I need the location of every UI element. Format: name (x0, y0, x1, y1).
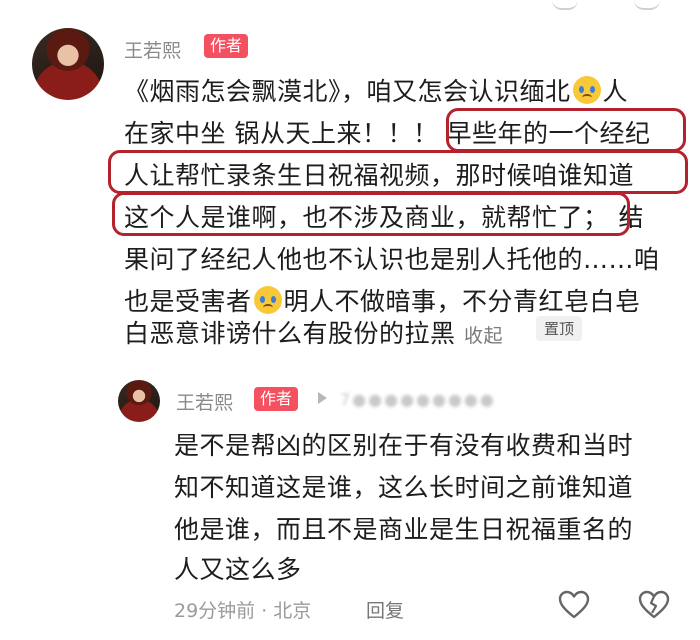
comment-line-5: 果问了经纪人他也不认识也是别人托他的……咱 (124, 245, 660, 274)
comment-line-7: 白恶意诽谤什么有股份的拉黑 收起 (124, 319, 503, 348)
reply-time-location: 29分钟前 · 北京 (174, 600, 312, 622)
crying-face-emoji-icon (253, 286, 282, 314)
reply-username[interactable]: 王若熙 (176, 388, 233, 415)
reply-author-badge: 作者 (254, 387, 299, 411)
comment-username[interactable]: 王若熙 (124, 36, 181, 63)
reply-line-2: 知不知道这是谁，这么长时间之前谁知道 (174, 473, 634, 502)
highlight-box-3 (112, 192, 630, 236)
reply-button[interactable]: 回复 (366, 596, 404, 623)
author-badge: 作者 (204, 34, 249, 58)
broken-heart-icon[interactable] (638, 590, 670, 620)
blurred-user-id: 7●●●●●●●●● (340, 390, 496, 409)
reply-line-1: 是不是帮凶的区别在于有没有收费和当时 (174, 431, 634, 460)
comment-line-6: 也是受害者 明人不做暗事，不分青红皂白皂 (124, 286, 641, 316)
top-cropped-icons (552, 0, 660, 10)
pinned-badge: 置顶 (536, 316, 583, 341)
comment-line-1: 《烟雨怎会飘漠北》，咱又怎会认识缅北人 (124, 76, 629, 106)
reply-line-4: 人又这么多 (174, 555, 302, 584)
crying-face-emoji-icon (572, 76, 601, 104)
play-icon (318, 392, 327, 404)
reply-avatar[interactable] (118, 380, 160, 422)
highlight-box-2 (108, 150, 688, 194)
avatar[interactable] (32, 28, 104, 100)
highlight-box-1 (446, 108, 686, 152)
collapse-link[interactable]: 收起 (464, 325, 503, 347)
reply-line-3: 他是谁，而且不是商业是生日祝福重名的 (174, 515, 634, 544)
heart-outline-icon[interactable] (558, 590, 590, 620)
